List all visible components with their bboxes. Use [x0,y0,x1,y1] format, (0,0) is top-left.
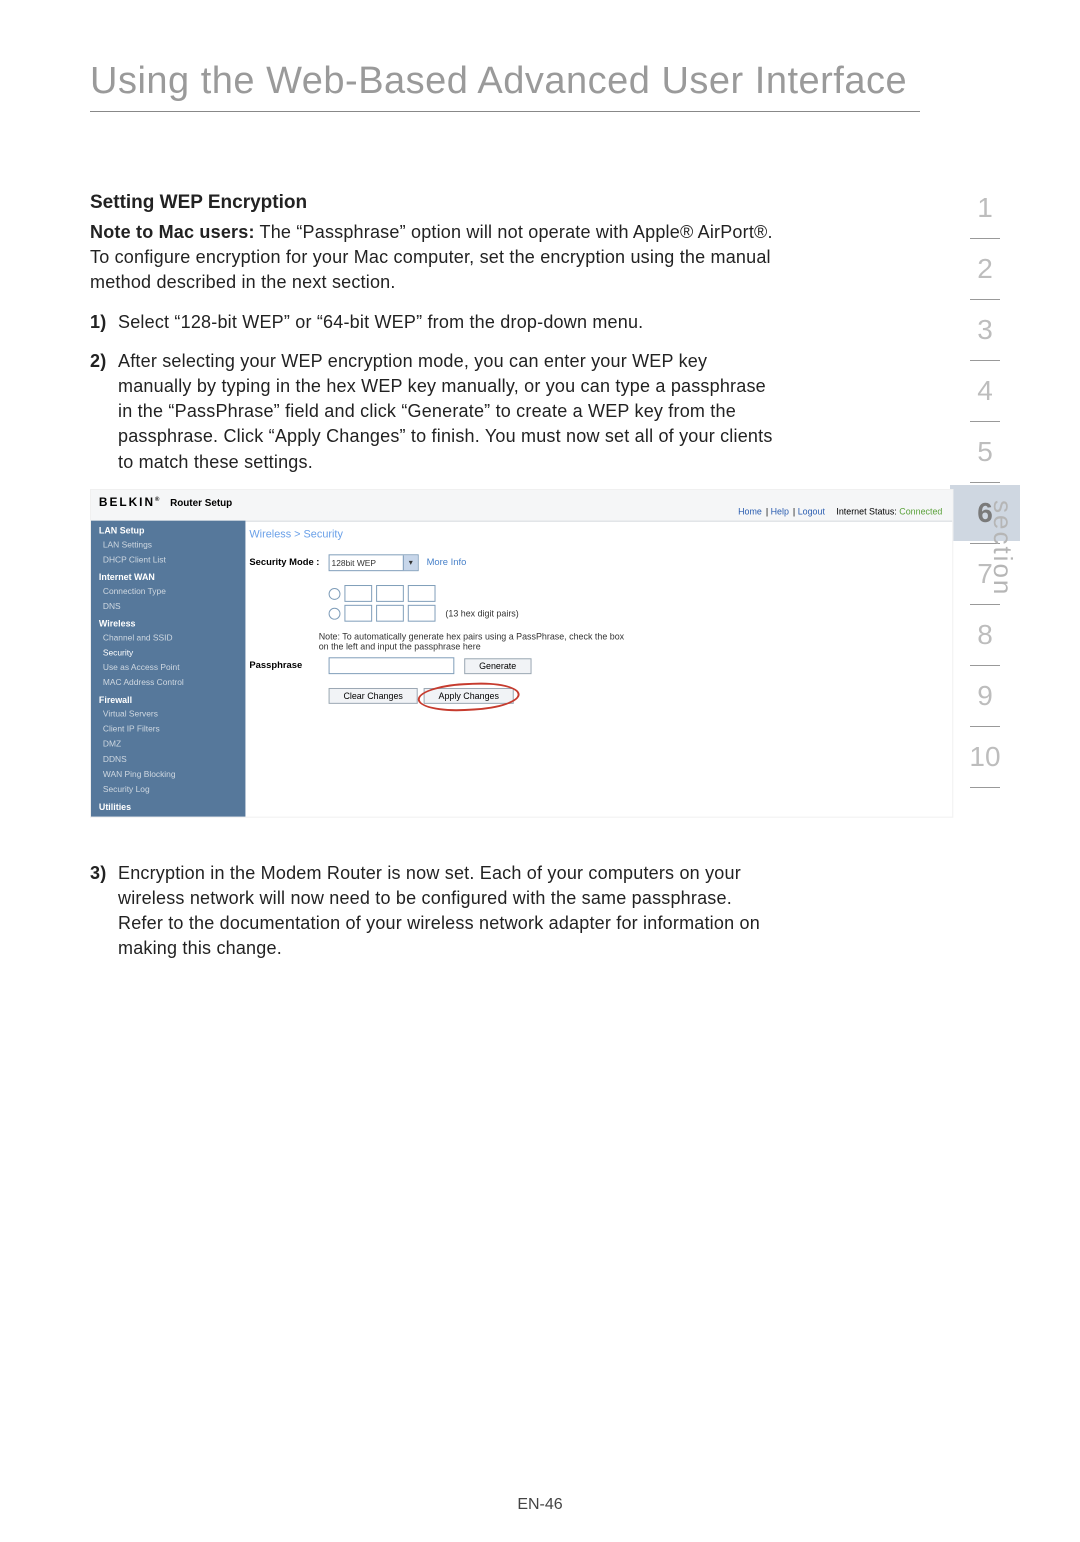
key-radio[interactable] [329,607,341,619]
step-1-text: Select “128-bit WEP” or “64-bit WEP” fro… [118,312,643,332]
section-tabs: 1 2 3 4 5 6 7 8 9 10 section [950,180,1020,790]
more-info-link[interactable]: More Info [427,557,467,568]
sidebar-item[interactable]: Virtual Servers [91,707,245,722]
sidebar-item[interactable]: DNS [91,599,245,614]
status-value: Connected [899,507,942,517]
tab-1[interactable]: 1 [950,180,1020,236]
link-logout[interactable]: Logout [798,507,825,517]
apply-changes-button[interactable]: Apply Changes [424,688,514,704]
status-bar: Home| Help| Logout Internet Status: Conn… [738,507,942,517]
sidebar-item[interactable]: LAN Setup [91,520,245,537]
section-label: section [987,500,1018,596]
tab-10[interactable]: 10 [950,729,1020,785]
shot-header: BELKIN® Router Setup Home| Help| Logout … [91,490,952,522]
step-2-text: After selecting your WEP encryption mode… [90,349,780,475]
security-mode-label: Security Mode : [249,557,328,568]
sidebar-item[interactable]: Channel and SSID [91,630,245,645]
key-cell[interactable] [344,605,372,622]
sub-heading: Setting WEP Encryption [90,192,780,214]
heading-rule [90,111,920,112]
note-label: Note to Mac users: [90,222,255,242]
tab-4[interactable]: 4 [950,363,1020,419]
sidebar-item[interactable]: DMZ [91,737,245,752]
tab-8[interactable]: 8 [950,607,1020,663]
sidebar-item[interactable]: Connection Type [91,584,245,599]
clear-changes-button[interactable]: Clear Changes [329,688,418,704]
sidebar-item[interactable]: Utilities [91,796,245,813]
sidebar-item[interactable]: Wireless [91,614,245,631]
wep-key-grid: (13 hex digit pairs) [329,585,945,622]
note-paragraph: Note to Mac users: The “Passphrase” opti… [90,220,780,296]
key-cell[interactable] [408,605,436,622]
brand-logo: BELKIN® [99,495,161,509]
shot-sidebar: LAN Setup LAN Settings DHCP Client List … [91,520,245,816]
passphrase-note: Note: To automatically generate hex pair… [319,631,636,651]
sidebar-item-security[interactable]: Security [91,645,245,660]
sidebar-item[interactable]: Security Log [91,781,245,796]
sidebar-item[interactable]: Firewall [91,690,245,707]
passphrase-input[interactable] [329,657,455,674]
embedded-screenshot: BELKIN® Router Setup Home| Help| Logout … [90,489,953,818]
key-cell[interactable] [408,585,436,602]
step-2-number: 2) [90,349,118,374]
step-3: 3) Encryption in the Modem Router is now… [90,861,780,962]
key-radio[interactable] [329,587,341,599]
generate-button[interactable]: Generate [464,657,531,673]
tab-3[interactable]: 3 [950,302,1020,358]
passphrase-label: Passphrase [249,660,328,671]
tab-9[interactable]: 9 [950,668,1020,724]
shot-main: Wireless > Security Security Mode : 128b… [249,525,944,703]
breadcrumb: Wireless > Security [249,525,944,554]
key-cell[interactable] [344,585,372,602]
link-home[interactable]: Home [738,507,762,517]
sidebar-item[interactable]: DDNS [91,752,245,767]
sidebar-item[interactable]: Use as Access Point [91,660,245,675]
tab-2[interactable]: 2 [950,241,1020,297]
sidebar-item[interactable]: Internet WAN [91,567,245,584]
step-3-text: Encryption in the Modem Router is now se… [90,861,780,962]
step-1: 1)Select “128-bit WEP” or “64-bit WEP” f… [90,310,780,335]
sidebar-item[interactable]: DHCP Client List [91,552,245,567]
page-title: Using the Web-Based Advanced User Interf… [90,60,920,103]
sidebar-item[interactable]: LAN Settings [91,537,245,552]
key-cell[interactable] [376,585,404,602]
key-cell[interactable] [376,605,404,622]
page-number: EN-46 [0,1496,1080,1514]
step-1-number: 1) [90,310,118,335]
sidebar-item[interactable]: WAN Ping Blocking [91,766,245,781]
tab-5[interactable]: 5 [950,424,1020,480]
chevron-down-icon: ▾ [403,555,418,570]
security-mode-select[interactable]: 128bit WEP ▾ [329,554,419,571]
router-setup-label: Router Setup [170,498,232,509]
sidebar-item[interactable]: Client IP Filters [91,722,245,737]
status-label: Internet Status: [836,507,896,517]
step-3-number: 3) [90,861,118,886]
hex-pairs-note: (13 hex digit pairs) [445,608,518,618]
sidebar-item[interactable]: Restart Router [91,813,245,817]
step-2: 2) After selecting your WEP encryption m… [90,349,780,475]
link-help[interactable]: Help [771,507,789,517]
sidebar-item[interactable]: MAC Address Control [91,675,245,690]
